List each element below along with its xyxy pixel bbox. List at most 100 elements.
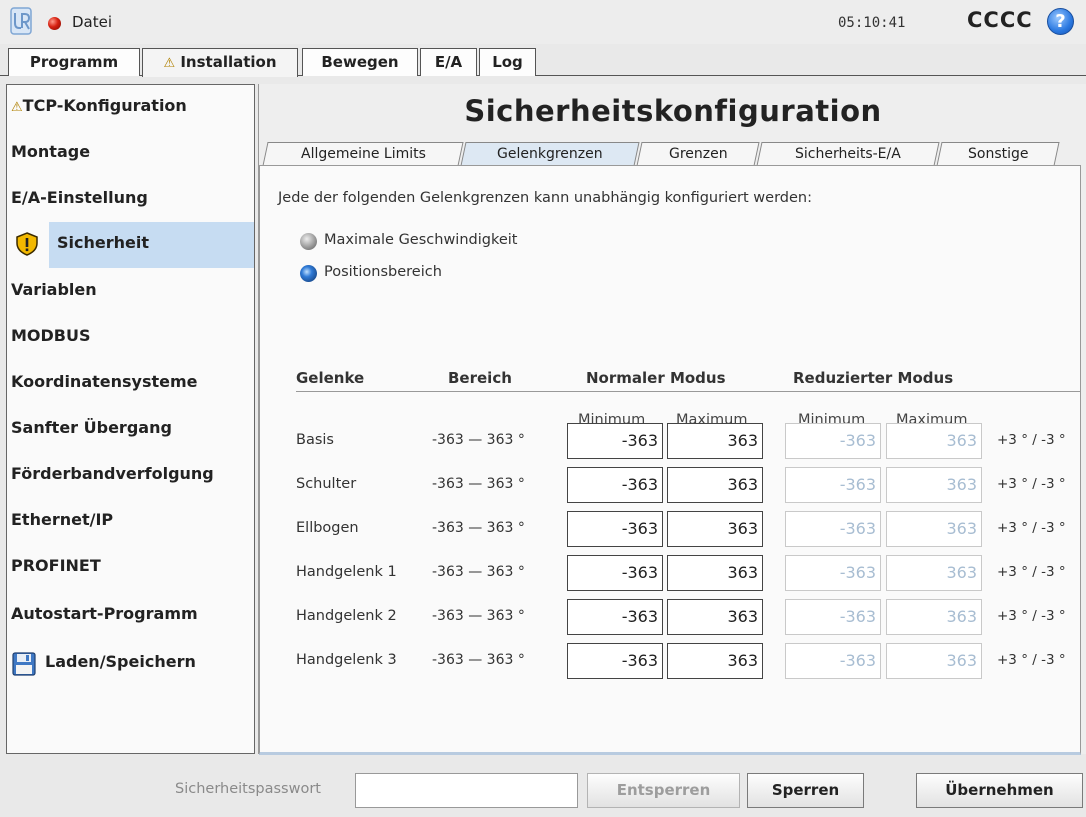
clock: 05:10:41	[838, 15, 906, 31]
header-reduced-mode: Reduzierter Modus	[793, 369, 954, 387]
joint-name: Handgelenk 1	[296, 564, 397, 580]
sidebar-item-label: Laden/Speichern	[45, 652, 196, 671]
option-label: Maximale Geschwindigkeit	[324, 232, 518, 248]
tolerance-label: +3 ° / -3 °	[997, 564, 1066, 580]
sidebar-item-laden-speichern[interactable]: Laden/Speichern	[7, 641, 254, 687]
shield-warning-icon	[16, 232, 38, 256]
sidebar-item-label: Variablen	[11, 280, 97, 299]
tab-label: Sonstige	[967, 146, 1029, 162]
reduced-min-field: -363	[785, 555, 881, 591]
tab-gelenkgrenzen[interactable]: Gelenkgrenzen	[460, 142, 640, 166]
tab-grenzen[interactable]: Grenzen	[636, 142, 760, 166]
tolerance-label: +3 ° / -3 °	[997, 652, 1066, 668]
header-range: Bereich	[448, 369, 512, 387]
normal-min-field[interactable]: -363	[567, 555, 663, 591]
tab-sonstige[interactable]: Sonstige	[936, 142, 1060, 166]
header-joints: Gelenke	[296, 369, 365, 387]
tab-label: Gelenkgrenzen	[497, 146, 603, 162]
joint-range: -363 — 363 °	[432, 608, 525, 624]
title-bar: Datei 05:10:41 CCCC ?	[0, 0, 1086, 44]
joint-name: Schulter	[296, 476, 357, 492]
normal-min-field[interactable]: -363	[567, 467, 663, 503]
sidebar-item-label: Autostart-Programm	[11, 604, 198, 623]
reduced-max-field: 363	[886, 467, 982, 503]
reduced-min-field: -363	[785, 643, 881, 679]
sidebar-item-koordinatensysteme[interactable]: Koordinatensysteme	[7, 361, 254, 407]
tolerance-label: +3 ° / -3 °	[997, 608, 1066, 624]
normal-max-field[interactable]: 363	[667, 555, 763, 591]
tab-ea[interactable]: E/A	[420, 48, 477, 76]
file-menu[interactable]: Datei	[72, 13, 112, 31]
tab-label: Grenzen	[668, 146, 728, 162]
sidebar-item-profinet[interactable]: PROFINET	[7, 545, 254, 591]
password-input[interactable]	[355, 773, 578, 808]
sidebar: ⚠TCP-Konfiguration Montage E/A-Einstellu…	[6, 84, 255, 754]
tab-label: Sicherheits-E/A	[795, 146, 901, 162]
tolerance-label: +3 ° / -3 °	[997, 476, 1066, 492]
normal-min-field[interactable]: -363	[567, 643, 663, 679]
header-normal-mode: Normaler Modus	[586, 369, 726, 387]
top-tab-bar: Programm ⚠ Installation Bewegen E/A Log	[0, 48, 1086, 77]
password-label: Sicherheitspasswort	[175, 781, 321, 797]
tab-allgemeine-limits[interactable]: Allgemeine Limits	[262, 142, 464, 166]
lock-button[interactable]: Sperren	[747, 773, 864, 808]
joint-range: -363 — 363 °	[432, 652, 525, 668]
sidebar-item-variablen[interactable]: Variablen	[7, 269, 254, 315]
sidebar-item-sicherheit[interactable]: Sicherheit	[49, 222, 254, 268]
tab-label: E/A	[434, 53, 463, 71]
normal-max-field[interactable]: 363	[667, 423, 763, 459]
normal-max-field[interactable]: 363	[667, 511, 763, 547]
joint-limits-panel: Jede der folgenden Gelenkgrenzen kann un…	[259, 165, 1081, 755]
tolerance-label: +3 ° / -3 °	[997, 432, 1066, 448]
reduced-max-field: 363	[886, 555, 982, 591]
warning-icon: ⚠	[11, 100, 23, 115]
sidebar-item-sanfter-uebergang[interactable]: Sanfter Übergang	[7, 407, 254, 453]
reduced-max-field: 363	[886, 599, 982, 635]
unlock-button[interactable]: Entsperren	[587, 773, 740, 808]
joint-range: -363 — 363 °	[432, 564, 525, 580]
sidebar-item-label: Montage	[11, 142, 91, 161]
reduced-max-field: 363	[886, 643, 982, 679]
intro-text: Jede der folgenden Gelenkgrenzen kann un…	[278, 190, 812, 206]
sidebar-item-montage[interactable]: Montage	[7, 131, 254, 177]
normal-min-field[interactable]: -363	[567, 423, 663, 459]
tab-programm[interactable]: Programm	[8, 48, 140, 76]
joint-range: -363 — 363 °	[432, 520, 525, 536]
tab-sicherheits-ea[interactable]: Sicherheits-E/A	[756, 142, 940, 166]
tab-log[interactable]: Log	[479, 48, 536, 76]
normal-max-field[interactable]: 363	[667, 643, 763, 679]
main-panel: Sicherheitskonfiguration Allgemeine Limi…	[258, 84, 1086, 755]
apply-button[interactable]: Übernehmen	[916, 773, 1083, 808]
normal-min-field[interactable]: -363	[567, 599, 663, 635]
sidebar-item-modbus[interactable]: MODBUS	[7, 315, 254, 361]
header-divider	[296, 391, 1080, 392]
tab-label: Allgemeine Limits	[300, 146, 426, 162]
tab-label: Log	[492, 53, 523, 71]
page-title: Sicherheitskonfiguration	[464, 94, 882, 128]
reduced-min-field: -363	[785, 423, 881, 459]
radio-unselected-icon[interactable]	[300, 233, 317, 250]
sidebar-item-ethernet-ip[interactable]: Ethernet/IP	[7, 499, 254, 545]
sidebar-item-tcp-konfiguration[interactable]: ⚠TCP-Konfiguration	[7, 85, 254, 131]
sidebar-item-label: E/A-Einstellung	[11, 188, 148, 207]
joint-name: Ellbogen	[296, 520, 359, 536]
normal-min-field[interactable]: -363	[567, 511, 663, 547]
joint-name: Handgelenk 2	[296, 608, 397, 624]
tolerance-label: +3 ° / -3 °	[997, 520, 1066, 536]
normal-max-field[interactable]: 363	[667, 467, 763, 503]
joint-name: Basis	[296, 432, 334, 448]
radio-selected-icon[interactable]	[300, 265, 317, 282]
sidebar-item-label: MODBUS	[11, 326, 91, 345]
ur-logo-icon	[10, 7, 32, 35]
joint-name: Handgelenk 3	[296, 652, 397, 668]
sidebar-item-label: Sicherheit	[57, 233, 149, 252]
sidebar-item-label: TCP-Konfiguration	[22, 96, 187, 115]
tab-bewegen[interactable]: Bewegen	[302, 48, 418, 76]
tab-installation[interactable]: ⚠ Installation	[142, 48, 298, 77]
tab-label: Programm	[29, 53, 119, 71]
sidebar-item-autostart-programm[interactable]: Autostart-Programm	[7, 593, 254, 639]
normal-max-field[interactable]: 363	[667, 599, 763, 635]
sidebar-item-foerderbandverfolgung[interactable]: Förderbandverfolgung	[7, 453, 254, 499]
sidebar-item-ea-einstellung[interactable]: E/A-Einstellung	[7, 177, 254, 223]
help-icon[interactable]: ?	[1047, 8, 1074, 35]
